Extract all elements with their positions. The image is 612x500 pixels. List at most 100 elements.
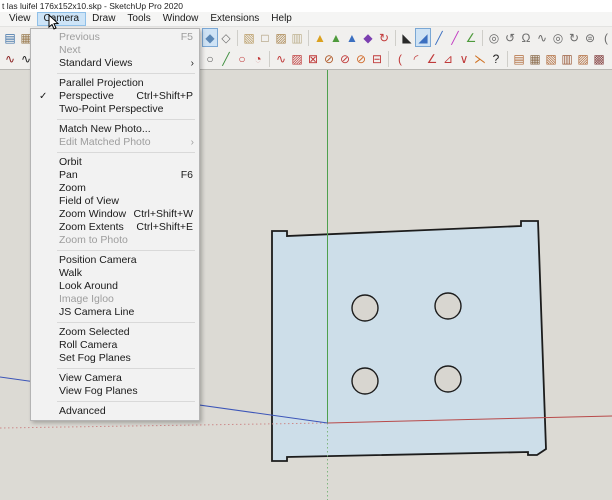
view-back-icon[interactable]: ▲ xyxy=(328,28,344,47)
edge-tools-icon[interactable]: ∿ xyxy=(273,49,289,68)
menu-item-standard-views[interactable]: Standard Views › xyxy=(31,57,199,70)
omega-curve-icon[interactable]: Ω xyxy=(518,28,534,47)
menu-item-edit-matched-photo: Edit Matched Photo › xyxy=(31,136,199,149)
model-plate-face[interactable] xyxy=(271,220,547,462)
menu-item-zoom-extents[interactable]: Zoom Extents Ctrl+Shift+E xyxy=(31,221,199,234)
menu-item-position-camera[interactable]: Position Camera xyxy=(31,254,199,267)
menu-item-field-of-view[interactable]: Field of View xyxy=(31,195,199,208)
ellipse-tool-icon[interactable]: ○ xyxy=(234,49,250,68)
menu-item-label: Walk xyxy=(59,267,82,279)
menu-item-label: Next xyxy=(59,44,81,56)
menu-item-view-fog-planes[interactable]: View Fog Planes xyxy=(31,385,199,398)
wrench-icon[interactable]: ╱ xyxy=(218,49,234,68)
arc-curve-icon[interactable]: ( xyxy=(598,28,612,47)
sandbox-from-contours-icon[interactable]: ▤ xyxy=(511,49,527,68)
menu-item-set-fog-planes[interactable]: Set Fog Planes xyxy=(31,352,199,365)
hidden-line-style-icon[interactable]: □ xyxy=(257,28,273,47)
menu-item-view-camera[interactable]: View Camera xyxy=(31,372,199,385)
bisect-tool-icon[interactable]: ⋋ xyxy=(472,49,488,68)
section-plane-icon[interactable]: ◣ xyxy=(399,28,415,47)
spiral2-tool-icon[interactable]: ◎ xyxy=(550,28,566,47)
vertex-tool-icon[interactable]: ∨ xyxy=(456,49,472,68)
view-right-icon[interactable]: ◆ xyxy=(360,28,376,47)
sandbox-from-scratch-icon[interactable]: ▦ xyxy=(527,49,543,68)
view-iso-icon[interactable]: ↻ xyxy=(376,28,392,47)
menu-item-parallel-projection[interactable]: Parallel Projection xyxy=(31,77,199,90)
model-hole-4[interactable] xyxy=(434,365,462,393)
spiral-tool-icon[interactable]: ◎ xyxy=(486,28,502,47)
menu-item-zoom-selected[interactable]: Zoom Selected xyxy=(31,326,199,339)
menubar-item-camera[interactable]: Camera xyxy=(36,12,87,26)
monochrome-style-icon[interactable]: ▥ xyxy=(289,28,305,47)
menu-item-perspective[interactable]: ✓ Perspective Ctrl+Shift+P xyxy=(31,90,199,103)
menu-item-label: Roll Camera xyxy=(59,339,118,351)
view-front-icon[interactable]: ▲ xyxy=(312,28,328,47)
menu-item-zoom-window[interactable]: Zoom Window Ctrl+Shift+W xyxy=(31,208,199,221)
pie-tool-icon[interactable]: ◔ xyxy=(250,49,266,68)
menu-item-js-camera-line[interactable]: JS Camera Line xyxy=(31,306,199,319)
help-icon[interactable]: ? xyxy=(488,49,504,68)
textured-style-icon[interactable]: ▨ xyxy=(273,28,289,47)
menu-item-previous: Previous F5 xyxy=(31,31,199,44)
menu-item-label: Zoom to Photo xyxy=(59,234,128,246)
triangle-tool-icon[interactable]: ⊿ xyxy=(440,49,456,68)
toolbar-separator xyxy=(507,50,508,67)
sandbox-smoove-icon[interactable]: ▧ xyxy=(543,49,559,68)
section-fill-icon[interactable]: ◢ xyxy=(415,28,431,47)
menu-item-orbit[interactable]: Orbit xyxy=(31,156,199,169)
sandbox-flip-icon[interactable]: ▩ xyxy=(591,49,607,68)
remove-lonely-icon[interactable]: ⊘ xyxy=(337,49,353,68)
shaded-style-icon[interactable]: ▧ xyxy=(241,28,257,47)
menu-item-image-igloo: Image Igloo xyxy=(31,293,199,306)
menu-item-advanced[interactable]: Advanced xyxy=(31,405,199,418)
sandbox-drape-icon[interactable]: ▨ xyxy=(575,49,591,68)
model-hole-3[interactable] xyxy=(351,367,379,395)
wireframe-icon[interactable]: ◇ xyxy=(218,28,234,47)
fillet-icon[interactable]: ◜ xyxy=(408,49,424,68)
pencil-blue-icon[interactable]: ╱ xyxy=(431,28,447,47)
save-icon[interactable]: ▤ xyxy=(2,28,18,47)
menu-item-look-around[interactable]: Look Around xyxy=(31,280,199,293)
pencil-magenta-icon[interactable]: ╱ xyxy=(447,28,463,47)
flatten-icon[interactable]: ⊟ xyxy=(369,49,385,68)
slash-face-icon[interactable]: ⊘ xyxy=(353,49,369,68)
menu-item-label: Match New Photo... xyxy=(59,123,151,135)
back-edges-icon[interactable]: ◆ xyxy=(202,28,218,47)
protractor-green-icon[interactable]: ∠ xyxy=(463,28,479,47)
angle-tool-icon[interactable]: ∠ xyxy=(424,49,440,68)
sandbox-stamp-icon[interactable]: ▥ xyxy=(559,49,575,68)
s-curve-icon[interactable]: ∿ xyxy=(534,28,550,47)
menu-item-label: Look Around xyxy=(59,280,118,292)
circle-tool-icon[interactable]: ○ xyxy=(202,49,218,68)
menubar-item-view[interactable]: View xyxy=(3,12,37,26)
menu-item-label: Edit Matched Photo xyxy=(59,136,151,148)
menu-item-shortcut: Ctrl+Shift+P xyxy=(136,90,193,102)
menu-item-roll-camera[interactable]: Roll Camera xyxy=(31,339,199,352)
rotate-cw-icon[interactable]: ↻ xyxy=(566,28,582,47)
cleanup-edges-icon[interactable]: ⊘ xyxy=(321,49,337,68)
menubar-item-tools[interactable]: Tools xyxy=(121,12,156,26)
freehand-curve-icon[interactable]: ∿ xyxy=(2,49,18,68)
view-left-icon[interactable]: ▲ xyxy=(344,28,360,47)
menubar-item-draw[interactable]: Draw xyxy=(86,12,121,26)
menu-item-pan[interactable]: Pan F6 xyxy=(31,169,199,182)
coil-tool-icon[interactable]: ⊜ xyxy=(582,28,598,47)
menu-item-zoom[interactable]: Zoom xyxy=(31,182,199,195)
menu-item-two-point-perspective[interactable]: Two-Point Perspective xyxy=(31,103,199,116)
model-hole-2[interactable] xyxy=(434,292,462,320)
eraser-soft-icon[interactable]: ▨ xyxy=(289,49,305,68)
eraser-hard-icon[interactable]: ⊠ xyxy=(305,49,321,68)
sketchup-window: t las luifel 176x152x10.skp - SketchUp P… xyxy=(0,0,612,500)
menu-separator xyxy=(31,398,199,405)
menu-item-match-new-photo[interactable]: Match New Photo... xyxy=(31,123,199,136)
menu-separator xyxy=(31,319,199,326)
menubar-item-window[interactable]: Window xyxy=(157,12,205,26)
model-hole-1[interactable] xyxy=(351,294,379,322)
menubar-item-help[interactable]: Help xyxy=(265,12,298,26)
rotate-ccw-icon[interactable]: ↺ xyxy=(502,28,518,47)
menu-item-walk[interactable]: Walk xyxy=(31,267,199,280)
menubar-item-extensions[interactable]: Extensions xyxy=(204,12,265,26)
menu-item-shortcut: F6 xyxy=(180,169,193,181)
menu-item-label: Zoom Extents xyxy=(59,221,124,233)
arc-red-icon[interactable]: ( xyxy=(392,49,408,68)
